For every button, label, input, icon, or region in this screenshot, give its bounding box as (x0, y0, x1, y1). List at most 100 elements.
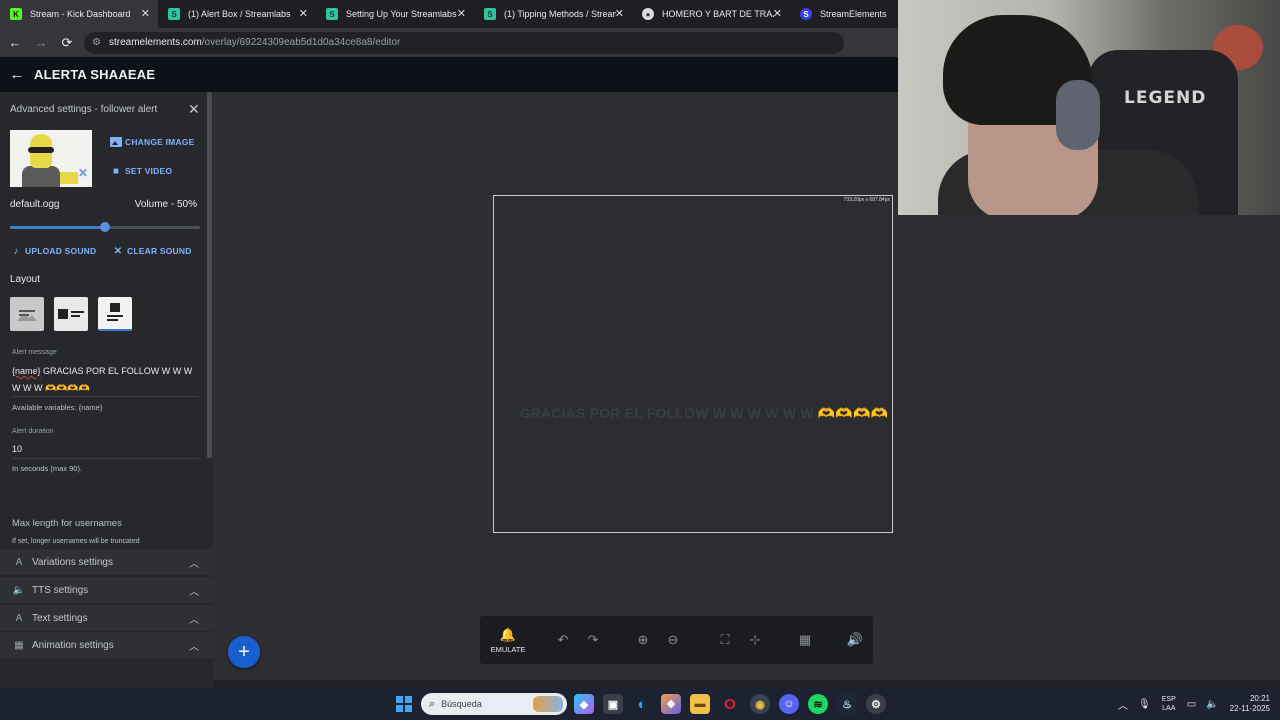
alert-message-field[interactable]: {name} GRACIAS POR EL FOLLOW W W W W W W… (12, 363, 198, 397)
taskbar-clock[interactable]: 20:21 22-11-2025 (1230, 694, 1270, 714)
close-icon[interactable]: ✕ (299, 7, 308, 20)
alert-widget-preview[interactable]: 733.20px x 687.84px GRACIAS POR EL FOLLO… (493, 195, 893, 533)
layout-label: Layout (10, 274, 41, 285)
bell-icon: 🔔 (499, 626, 517, 642)
tab-setting-up-streamlabs[interactable]: S Setting Up Your Streamlabs Ale ✕ (316, 0, 474, 28)
tts-settings-header[interactable]: 🔈 TTS settings ︿ (0, 576, 213, 603)
layout-image-above-button[interactable] (98, 297, 132, 331)
chevron-up-icon: ︿ (189, 558, 199, 570)
close-icon[interactable]: ✕ (188, 101, 200, 118)
animation-settings-header[interactable]: ▦ Animation settings ︿ (0, 631, 213, 658)
tab-kick-dashboard[interactable]: K Stream - Kick Dashboard ✕ (0, 0, 158, 28)
layout-overlay-icon (17, 310, 37, 321)
streamlabs-icon: S (326, 8, 338, 20)
discord-icon[interactable]: ☺ (779, 694, 799, 714)
animation-icon: ▦ (14, 639, 24, 651)
chevron-up-icon[interactable]: ︿ (1118, 697, 1128, 712)
copilot-icon[interactable]: ◆ (574, 694, 594, 714)
alert-image-thumbnail[interactable]: ✕ (10, 130, 92, 187)
search-icon: ⌕ (429, 697, 436, 710)
close-icon[interactable]: ✕ (773, 7, 782, 20)
emulate-button[interactable]: 🔔 EMULATE (480, 627, 536, 654)
close-icon[interactable]: ✕ (615, 7, 624, 20)
remove-image-icon[interactable]: ✕ (78, 166, 88, 180)
tab-tipping-methods[interactable]: S (1) Tipping Methods / Streamlab ✕ (474, 0, 632, 28)
language-code: ESP (1161, 696, 1176, 703)
volume-slider-knob[interactable] (100, 222, 110, 232)
steam-icon[interactable]: ♨ (837, 694, 857, 714)
tab-homero-y-bart[interactable]: ● HOMERO Y BART DE TRAJE - B ✕ (632, 0, 790, 28)
volume-icon[interactable]: 🔊 (840, 625, 870, 655)
network-icon[interactable]: ▭ (1187, 699, 1196, 710)
speaker-icon[interactable]: 🔈 (1206, 699, 1218, 710)
emulate-label: EMULATE (490, 644, 526, 654)
back-arrow-icon[interactable]: ← (0, 66, 34, 83)
microphone-icon[interactable]: 🎙 (1138, 699, 1151, 710)
site-info-icon[interactable]: ⚙ (92, 37, 101, 48)
zoom-out-icon[interactable]: ⊖ (658, 625, 688, 655)
sidebar-heading: Advanced settings - follower alert (10, 104, 158, 115)
sidebar-scrollbar[interactable] (207, 92, 212, 458)
set-video-label: SET VIDEO (125, 166, 173, 176)
overlay-title: ALERTA SHAAEAE (34, 67, 156, 82)
settings-gear-icon[interactable]: ⚙ (866, 694, 886, 714)
fullscreen-icon[interactable]: ⛶ (710, 625, 740, 655)
clear-sound-button[interactable]: ✕ CLEAR SOUND (112, 246, 192, 257)
section-label: Text settings (32, 612, 88, 624)
undo-icon[interactable]: ↶ (548, 625, 578, 655)
settings-sidebar: Advanced settings - follower alert ✕ ✕ C… (0, 92, 213, 688)
tab-alert-box-streamlabs[interactable]: S (1) Alert Box / Streamlabs ✕ (158, 0, 316, 28)
upload-sound-button[interactable]: ♪ UPLOAD SOUND (10, 245, 96, 257)
kick-icon: K (10, 8, 22, 20)
m365-icon[interactable]: ❖ (661, 694, 681, 714)
grid-icon[interactable]: ▦ (790, 625, 820, 655)
text-settings-header[interactable]: A Text settings ︿ (0, 604, 213, 631)
widget-dimensions: 733.20px x 687.84px (843, 197, 890, 203)
search-placeholder: Búsqueda (441, 699, 482, 709)
chevron-up-icon: ︿ (189, 614, 199, 626)
system-tray: ︿ 🎙 ESP LAA ▭ 🔈 20:21 22-11-2025 (1113, 688, 1280, 720)
canvas-edge (1258, 215, 1280, 680)
duration-hint: In seconds (max 90). (12, 464, 83, 473)
redo-icon[interactable]: ↷ (578, 625, 608, 655)
field-underline (12, 396, 198, 397)
reload-icon[interactable]: ⟳ (56, 32, 78, 54)
task-view-icon[interactable]: ▣ (603, 694, 623, 714)
zoom-in-icon[interactable]: ⊕ (628, 625, 658, 655)
url-field[interactable]: ⚙ streamelements.com/overlay/69224309eab… (84, 31, 844, 54)
music-note-icon: ♪ (13, 245, 19, 257)
chrome-icon[interactable]: ◉ (750, 694, 770, 714)
alert-duration-field[interactable]: 10 (12, 444, 22, 454)
windows-taskbar: ⌕ Búsqueda ◆ ▣ ◐ ❖ ▬ O ◉ ☺ ≋ ♨ ⚙ ︿ 🎙 ESP… (0, 688, 1280, 720)
sound-file-name: default.ogg (10, 199, 60, 210)
browser-tab-strip: K Stream - Kick Dashboard ✕ S (1) Alert … (0, 0, 898, 28)
close-icon[interactable]: ✕ (141, 7, 150, 20)
exit-fullscreen-icon[interactable]: ⊹ (740, 625, 770, 655)
volume-slider[interactable] (10, 222, 200, 232)
windows-start-icon[interactable] (396, 696, 412, 712)
set-video-button[interactable]: ■ SET VIDEO (110, 166, 173, 177)
language-indicator[interactable]: ESP LAA (1162, 695, 1176, 713)
volume-label: Volume - 50% (134, 199, 197, 210)
spotify-icon[interactable]: ≋ (808, 694, 828, 714)
url-path: /overlay/69224309eab5d1d0a34ce8a8/editor (201, 37, 401, 48)
tab-label: Setting Up Your Streamlabs Ale (346, 9, 458, 19)
tab-label: StreamElements (820, 9, 887, 19)
speaker-icon: 🔈 (12, 584, 26, 596)
add-widget-button[interactable]: + (228, 636, 260, 668)
change-image-button[interactable]: CHANGE IMAGE (110, 137, 194, 147)
close-icon[interactable]: ✕ (457, 7, 466, 20)
edge-icon[interactable]: ◐ (632, 694, 652, 714)
opera-icon[interactable]: O (720, 694, 740, 714)
back-arrow-icon[interactable]: ← (4, 32, 26, 54)
variations-settings-header[interactable]: A Variations settings ︿ (0, 548, 213, 575)
taskbar-search[interactable]: ⌕ Búsqueda (421, 693, 567, 715)
forward-arrow-icon[interactable]: → (30, 32, 52, 54)
layout-text-over-image-button[interactable] (10, 297, 44, 331)
max-length-hint: If set, longer usernames will be truncat… (12, 538, 140, 545)
file-explorer-icon[interactable]: ▬ (690, 694, 710, 714)
layout-image-left-button[interactable] (54, 297, 88, 331)
keyboard-layout: LAA (1162, 705, 1176, 712)
tab-streamelements[interactable]: S StreamElements (790, 0, 898, 28)
webcam-overlay: LEGEND (898, 0, 1280, 215)
